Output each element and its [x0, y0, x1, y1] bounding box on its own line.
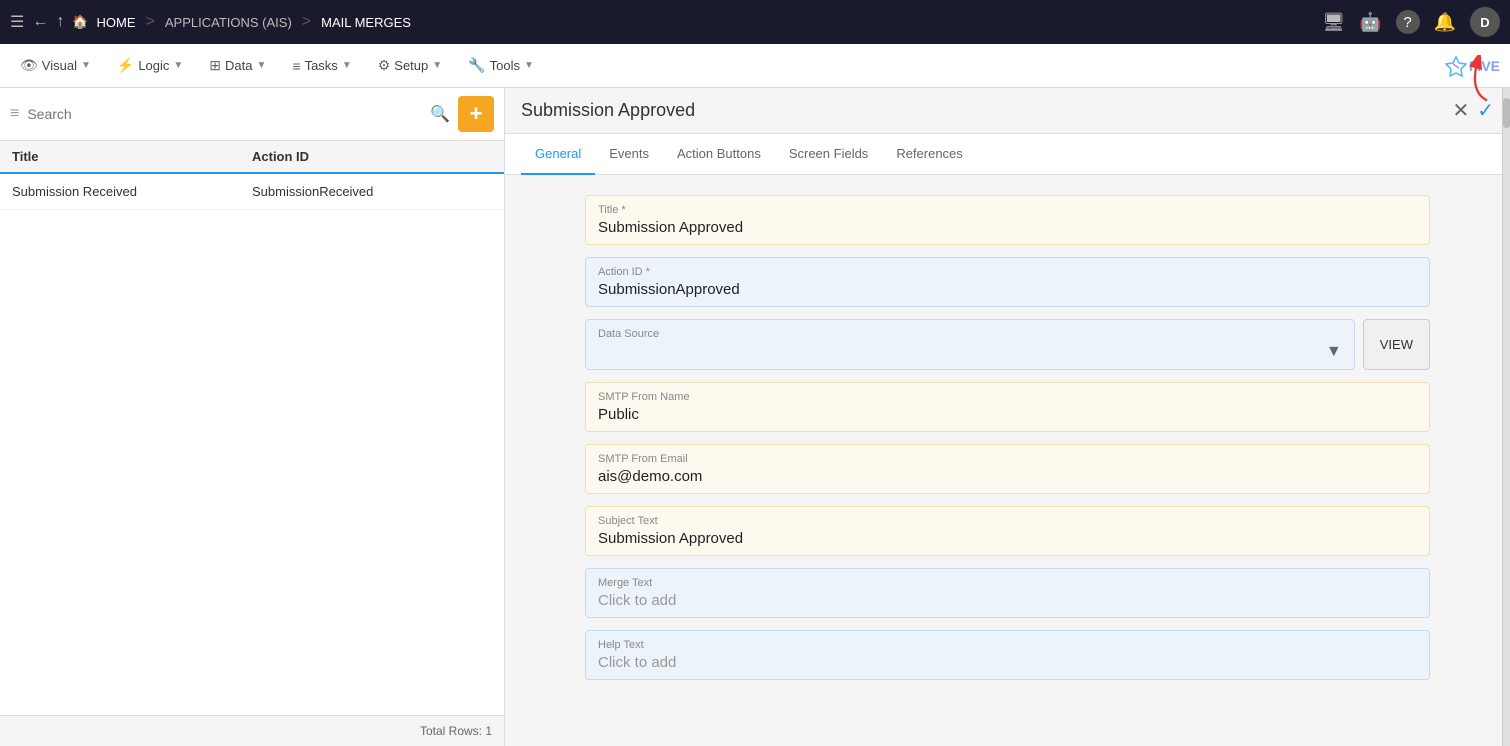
row-title: Submission Received	[12, 184, 252, 199]
data-source-field[interactable]: Data Source ▼	[585, 319, 1355, 370]
action-id-label: Action ID *	[598, 266, 1417, 278]
table-footer: Total Rows: 1	[0, 715, 504, 746]
smtp-from-name-label: SMTP From Name	[598, 391, 1417, 403]
nav-data[interactable]: ⊞ Data ▼	[199, 51, 276, 80]
home-icon: 🏠	[72, 14, 88, 30]
bell-icon[interactable]: 🔔	[1434, 12, 1456, 33]
nav-tools[interactable]: 🔧 Tools ▼	[458, 51, 544, 80]
scrollbar-thumb[interactable]	[1503, 98, 1510, 128]
tab-references[interactable]: References	[882, 134, 976, 175]
table-body: Submission Received SubmissionReceived	[0, 174, 504, 715]
nav-data-label: Data	[225, 58, 252, 73]
tools-chevron: ▼	[524, 60, 534, 71]
form-content: Title * Submission Approved Action ID * …	[505, 175, 1510, 746]
top-nav: ☰ ← ↑ 🏠 HOME > APPLICATIONS (AIS) > MAIL…	[0, 0, 1510, 44]
view-button[interactable]: VIEW	[1363, 319, 1430, 370]
nav-setup-label: Setup	[394, 58, 428, 73]
smtp-from-email-value: ais@demo.com	[598, 468, 1417, 485]
back-icon[interactable]: ←	[32, 13, 48, 31]
help-text-value: Click to add	[598, 654, 1417, 671]
action-id-value: SubmissionApproved	[598, 281, 1417, 298]
breadcrumb-home[interactable]: HOME	[97, 15, 136, 30]
search-input[interactable]	[27, 106, 422, 122]
smtp-from-email-field[interactable]: SMTP From Email ais@demo.com	[585, 444, 1430, 494]
breadcrumb-applications[interactable]: APPLICATIONS (AIS)	[165, 15, 292, 30]
logic-chevron: ▼	[173, 60, 183, 71]
tasks-icon: ≡	[292, 58, 300, 74]
column-action-id: Action ID	[252, 149, 492, 164]
data-source-dropdown-row: ▼	[598, 343, 1342, 361]
smtp-from-name-field[interactable]: SMTP From Name Public	[585, 382, 1430, 432]
visual-chevron: ▼	[81, 60, 91, 71]
scrollbar[interactable]	[1502, 88, 1510, 746]
subject-text-value: Submission Approved	[598, 530, 1417, 547]
nav-visual[interactable]: 👁 Visual ▼	[10, 51, 101, 80]
table-row[interactable]: Submission Received SubmissionReceived	[0, 174, 504, 210]
smtp-from-email-label: SMTP From Email	[598, 453, 1417, 465]
tab-events[interactable]: Events	[595, 134, 663, 175]
nav-logic[interactable]: ⚡ Logic ▼	[107, 51, 193, 80]
action-id-field[interactable]: Action ID * SubmissionApproved	[585, 257, 1430, 307]
setup-chevron: ▼	[432, 60, 442, 71]
second-nav: 👁 Visual ▼ ⚡ Logic ▼ ⊞ Data ▼ ≡ Tasks ▼ …	[0, 44, 1510, 88]
tab-action-buttons[interactable]: Action Buttons	[663, 134, 775, 175]
avatar[interactable]: D	[1470, 7, 1500, 37]
nav-tasks[interactable]: ≡ Tasks ▼	[282, 52, 361, 80]
column-title: Title	[12, 149, 252, 164]
right-panel-wrap: Submission Approved ✕ ✓ General Events A…	[505, 88, 1510, 746]
help-text-field[interactable]: Help Text Click to add	[585, 630, 1430, 680]
monitor-icon[interactable]: 🖥	[1322, 12, 1345, 33]
tab-general[interactable]: General	[521, 134, 595, 175]
data-source-row: Data Source ▼ VIEW	[585, 319, 1430, 370]
breadcrumb-sep-1: >	[146, 13, 155, 31]
breadcrumb-mailmerges[interactable]: MAIL MERGES	[321, 15, 411, 30]
right-header: Submission Approved ✕ ✓	[505, 88, 1510, 134]
data-icon: ⊞	[209, 57, 221, 74]
subject-text-field[interactable]: Subject Text Submission Approved	[585, 506, 1430, 556]
nav-tools-label: Tools	[490, 58, 520, 73]
agent-icon[interactable]: 🤖	[1359, 12, 1381, 33]
total-rows: Total Rows: 1	[420, 724, 492, 738]
tasks-chevron: ▼	[342, 60, 352, 71]
dropdown-icon: ▼	[1326, 343, 1342, 361]
help-text-label: Help Text	[598, 639, 1417, 651]
table-header: Title Action ID	[0, 141, 504, 174]
search-bar: ≡ 🔍 +	[0, 88, 504, 141]
setup-icon: ⚙	[378, 57, 391, 74]
merge-text-label: Merge Text	[598, 577, 1417, 589]
subject-text-label: Subject Text	[598, 515, 1417, 527]
nav-tasks-label: Tasks	[305, 58, 338, 73]
title-field-label: Title *	[598, 204, 1417, 216]
merge-text-value: Click to add	[598, 592, 1417, 609]
main-layout: ≡ 🔍 + Title Action ID Submiss	[0, 88, 1510, 746]
merge-text-field[interactable]: Merge Text Click to add	[585, 568, 1430, 618]
visual-icon: 👁	[20, 57, 38, 74]
tabs: General Events Action Buttons Screen Fie…	[505, 134, 1510, 175]
nav-setup[interactable]: ⚙ Setup ▼	[368, 51, 452, 80]
arrow-indicator	[1458, 55, 1498, 110]
logic-icon: ⚡	[117, 57, 134, 74]
left-panel: ≡ 🔍 + Title Action ID Submiss	[0, 88, 505, 746]
smtp-from-name-value: Public	[598, 406, 1417, 423]
data-source-label: Data Source	[598, 328, 1342, 340]
row-action-id: SubmissionReceived	[252, 184, 492, 199]
menu-icon[interactable]: ☰	[10, 12, 24, 32]
breadcrumb-sep-2: >	[302, 13, 311, 31]
help-icon[interactable]: ?	[1396, 10, 1420, 34]
search-icon[interactable]: 🔍	[430, 104, 450, 124]
add-button[interactable]: +	[458, 96, 494, 132]
page-title: Submission Approved	[521, 100, 1452, 121]
nav-right-actions: 🖥 🤖 ? 🔔 D	[1322, 7, 1500, 37]
nav-logic-label: Logic	[138, 58, 169, 73]
tools-icon: 🔧	[468, 57, 485, 74]
title-field-value: Submission Approved	[598, 219, 1417, 236]
up-icon[interactable]: ↑	[56, 13, 64, 31]
right-panel: Submission Approved ✕ ✓ General Events A…	[505, 88, 1510, 746]
data-chevron: ▼	[257, 60, 267, 71]
filter-icon: ≡	[10, 105, 19, 123]
nav-visual-label: Visual	[42, 58, 77, 73]
title-field[interactable]: Title * Submission Approved	[585, 195, 1430, 245]
tab-screen-fields[interactable]: Screen Fields	[775, 134, 882, 175]
